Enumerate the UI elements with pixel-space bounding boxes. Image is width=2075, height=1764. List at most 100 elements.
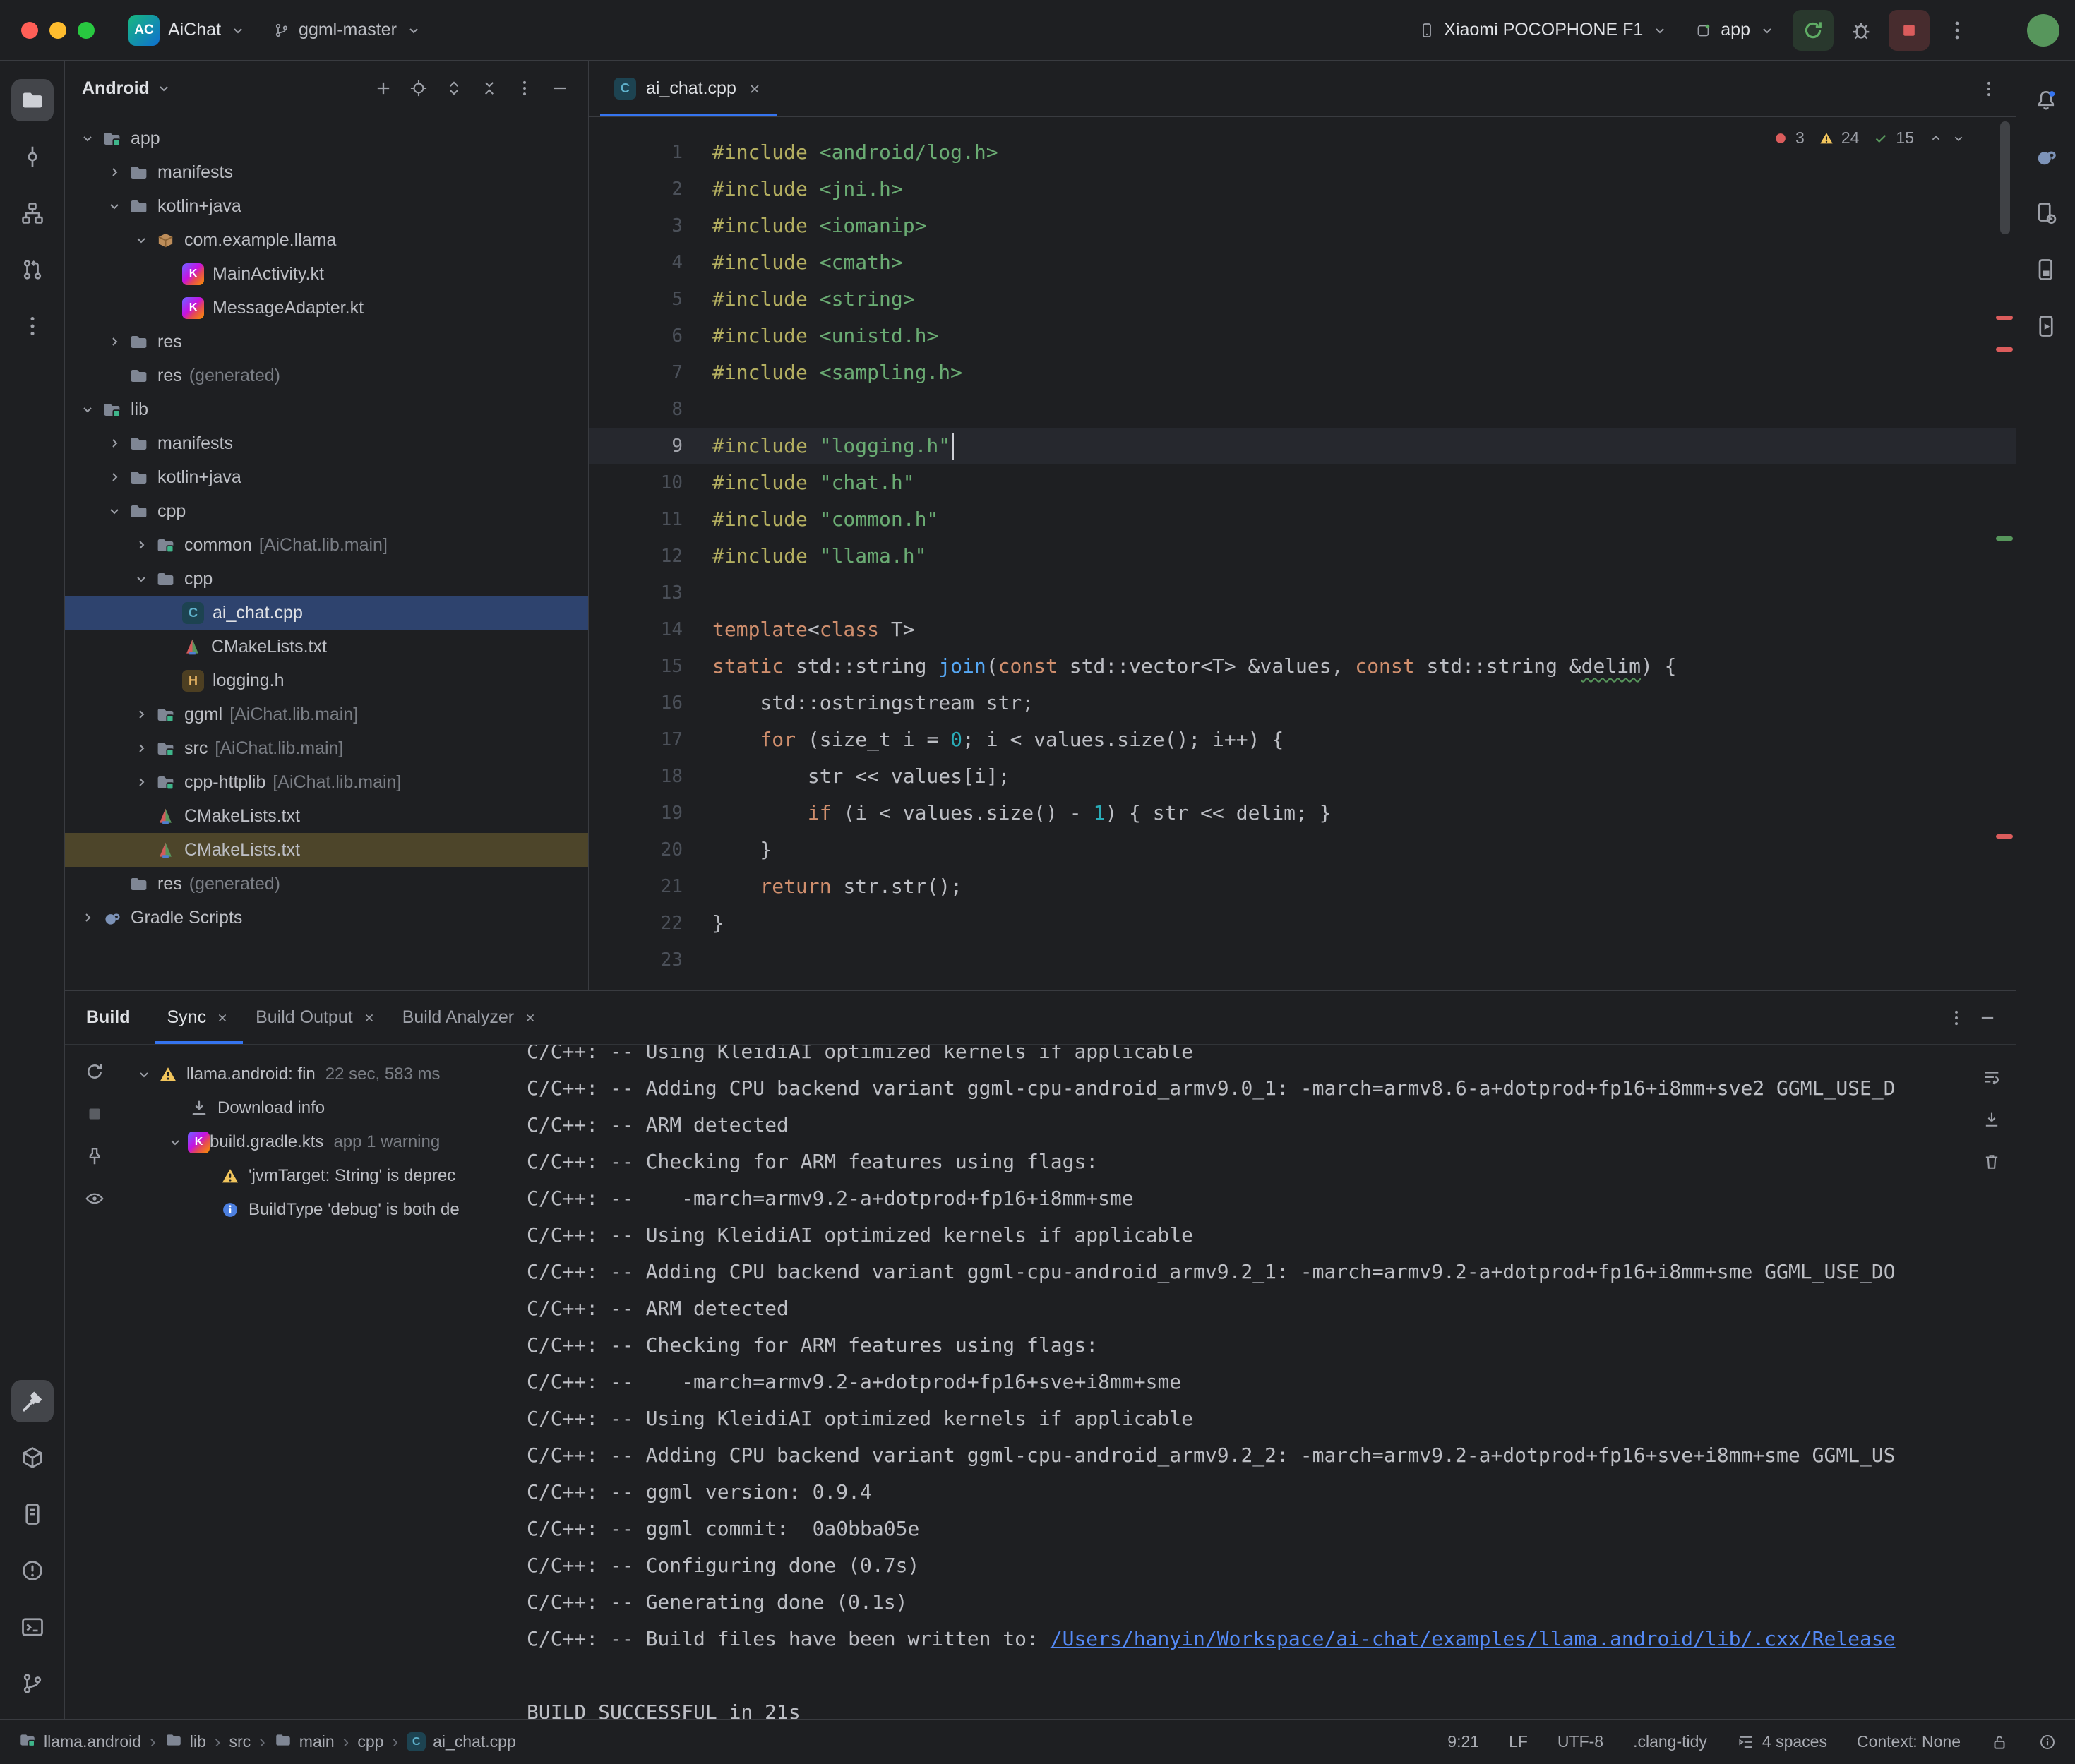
chev-closed-icon[interactable] — [133, 774, 150, 791]
inspections-widget[interactable]: 3 24 15 — [1773, 128, 1966, 148]
stripe-mark[interactable] — [1996, 347, 2013, 352]
tree-item-gradle-scripts[interactable]: Gradle Scripts — [65, 901, 588, 935]
status-encoding[interactable]: UTF-8 — [1557, 1732, 1603, 1751]
tree-item-res[interactable]: res — [65, 325, 588, 359]
tree-item-messageadapter-kt[interactable]: KMessageAdapter.kt — [65, 291, 588, 325]
tool-window-button-project[interactable] — [11, 79, 54, 121]
code-line-17[interactable]: 17 for (size_t i = 0; i < values.size();… — [589, 721, 2016, 758]
tree-item-cpp[interactable]: cpp — [65, 494, 588, 528]
tree-item-cpp[interactable]: cpp — [65, 562, 588, 596]
next-problem-icon[interactable] — [1951, 131, 1966, 146]
chev-open-icon[interactable] — [167, 1134, 184, 1151]
status-readonly-toggle[interactable] — [1990, 1733, 2009, 1751]
expand-all-button[interactable] — [438, 73, 470, 104]
code-line-12[interactable]: 12#include "llama.h" — [589, 538, 2016, 575]
close-icon[interactable] — [215, 1010, 230, 1026]
breadcrumb-item-src[interactable]: src — [229, 1732, 251, 1751]
clear-button[interactable] — [1976, 1146, 2007, 1177]
chev-closed-icon[interactable] — [79, 909, 96, 926]
chev-open-icon[interactable] — [133, 232, 150, 248]
code-line-22[interactable]: 22} — [589, 905, 2016, 942]
code-line-4[interactable]: 4#include <cmath> — [589, 244, 2016, 281]
status-clang-tidy[interactable]: .clang-tidy — [1633, 1732, 1707, 1751]
stripe-mark[interactable] — [1996, 834, 2013, 839]
locate-button[interactable] — [403, 73, 434, 104]
stop-button[interactable] — [1889, 10, 1930, 51]
minimize-window-button[interactable] — [49, 22, 66, 39]
tree-item-common[interactable]: common[AiChat.lib.main] — [65, 528, 588, 562]
tree-item-app[interactable]: app — [65, 121, 588, 155]
zoom-window-button[interactable] — [78, 22, 95, 39]
project-switcher[interactable]: AC AiChat — [119, 8, 256, 53]
breadcrumb-item-main[interactable]: main — [274, 1731, 335, 1753]
close-window-button[interactable] — [21, 22, 38, 39]
stripe-mark[interactable] — [1996, 316, 2013, 320]
code-line-19[interactable]: 19 if (i < values.size() - 1) { str << d… — [589, 795, 2016, 832]
more-run-actions-button[interactable] — [1937, 10, 1978, 51]
soft-wrap-button[interactable] — [1976, 1062, 2007, 1093]
more-button[interactable] — [509, 73, 540, 104]
tree-item-lib[interactable]: lib — [65, 392, 588, 426]
breadcrumb-item-ai-chat-cpp[interactable]: Cai_chat.cpp — [407, 1732, 516, 1751]
tree-item-manifests[interactable]: manifests — [65, 155, 588, 189]
code-line-14[interactable]: 14template<class T> — [589, 611, 2016, 648]
tool-window-button-dependencies[interactable] — [11, 1436, 54, 1479]
code-line-18[interactable]: 18 str << values[i]; — [589, 758, 2016, 795]
tool-window-button-problems[interactable] — [11, 1549, 54, 1592]
chev-open-icon[interactable] — [133, 570, 150, 587]
tool-window-button-commit[interactable] — [11, 136, 54, 178]
tool-window-button-device-manager[interactable] — [2025, 192, 2067, 234]
vcs-branch-widget[interactable]: ggml-master — [263, 13, 432, 47]
chev-closed-icon[interactable] — [106, 333, 123, 350]
code-line-6[interactable]: 6#include <unistd.h> — [589, 318, 2016, 354]
code-line-13[interactable]: 13 — [589, 575, 2016, 611]
console-path-link[interactable]: /Users/hanyin/Workspace/ai-chat/examples… — [1051, 1627, 1896, 1650]
collapse-all-button[interactable] — [474, 73, 505, 104]
breadcrumb-item-lib[interactable]: lib — [165, 1731, 206, 1753]
close-tab-icon[interactable] — [746, 80, 763, 97]
code-line-11[interactable]: 11#include "common.h" — [589, 501, 2016, 538]
chev-open-icon[interactable] — [106, 198, 123, 215]
status-indent[interactable]: 4 spaces — [1737, 1732, 1827, 1751]
tree-item-com-example-llama[interactable]: com.example.llama — [65, 223, 588, 257]
chev-open-icon[interactable] — [79, 401, 96, 418]
tree-item-res[interactable]: res(generated) — [65, 359, 588, 392]
tool-window-button-running-devices[interactable] — [2025, 305, 2067, 347]
tree-item-kotlin-java[interactable]: kotlin+java — [65, 189, 588, 223]
refresh-button[interactable] — [79, 1056, 110, 1087]
code-line-5[interactable]: 5#include <string> — [589, 281, 2016, 318]
stripe-mark[interactable] — [1996, 536, 2013, 541]
breadcrumb-item-cpp[interactable]: cpp — [357, 1732, 383, 1751]
chev-closed-icon[interactable] — [106, 435, 123, 452]
tree-item-manifests[interactable]: manifests — [65, 426, 588, 460]
device-selector[interactable]: Xiaomi POCOPHONE F1 — [1409, 13, 1678, 47]
preview-button[interactable] — [79, 1183, 110, 1214]
stop-button[interactable] — [79, 1098, 110, 1129]
tree-item-cpp-httplib[interactable]: cpp-httplib[AiChat.lib.main] — [65, 765, 588, 799]
tree-item-mainactivity-kt[interactable]: KMainActivity.kt — [65, 257, 588, 291]
add-button[interactable] — [368, 73, 399, 104]
code-line-21[interactable]: 21 return str.str(); — [589, 868, 2016, 905]
code-line-3[interactable]: 3#include <iomanip> — [589, 208, 2016, 244]
hide-build-window-button[interactable] — [1972, 1002, 2003, 1033]
tool-window-button-device-explorer[interactable] — [2025, 248, 2067, 291]
tree-item-cmakelists-txt[interactable]: CMakeLists.txt — [65, 833, 588, 867]
code-line-10[interactable]: 10#include "chat.h" — [589, 464, 2016, 501]
run-button[interactable] — [1793, 10, 1834, 51]
code-line-23[interactable]: 23 — [589, 942, 2016, 978]
chev-open-icon[interactable] — [136, 1066, 153, 1083]
tree-item-res[interactable]: res(generated) — [65, 867, 588, 901]
editor-scrollbar[interactable] — [2000, 121, 2010, 234]
status-inspections-indicator[interactable] — [2038, 1733, 2057, 1751]
tool-window-button-gradle[interactable] — [2025, 136, 2067, 178]
tool-window-button-terminal[interactable] — [11, 1606, 54, 1648]
status-caret-position[interactable]: 9:21 — [1447, 1732, 1479, 1751]
code-line-7[interactable]: 7#include <sampling.h> — [589, 354, 2016, 391]
build-tab-build-output[interactable]: Build Output — [243, 991, 390, 1044]
debug-button[interactable] — [1841, 10, 1882, 51]
code-line-9[interactable]: 9#include "logging.h" — [589, 428, 2016, 464]
previous-problem-icon[interactable] — [1928, 131, 1944, 146]
tree-item-cmakelists-txt[interactable]: CMakeLists.txt — [65, 799, 588, 833]
tree-item-logging-h[interactable]: Hlogging.h — [65, 664, 588, 697]
run-configuration-selector[interactable]: app — [1685, 13, 1786, 47]
